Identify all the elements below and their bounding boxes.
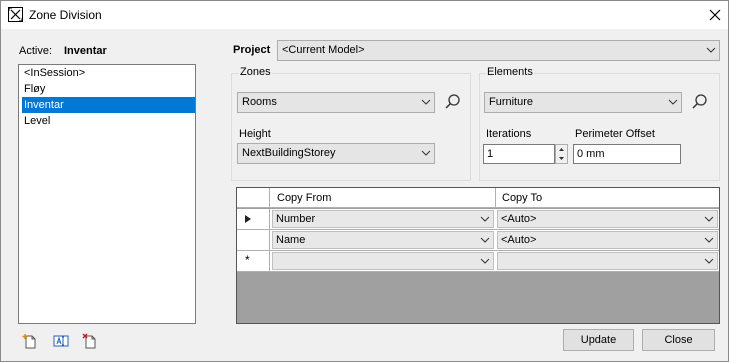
spin-down-icon[interactable] [556,154,567,163]
elements-group [479,73,720,181]
window-title: Zone Division [29,8,102,22]
chevron-down-icon [480,237,490,243]
iterations-label: Iterations [486,128,532,140]
chevron-down-icon [704,237,714,243]
iterations-spinner[interactable] [555,144,568,164]
copy-from-value: Number [276,213,316,225]
new-item-icon[interactable] [22,333,38,349]
zones-search-icon[interactable] [444,93,462,111]
project-label: Project [233,44,271,56]
close-icon[interactable] [706,6,724,24]
list-item[interactable]: Level [19,113,195,129]
project-dropdown[interactable]: <Current Model> [277,40,720,61]
copy-from-cell[interactable]: Name [272,231,494,249]
elements-dropdown[interactable]: Furniture [484,92,682,113]
copy-from-cell[interactable] [272,252,494,270]
chevron-down-icon [421,99,431,105]
active-value: Inventar [64,45,107,57]
copy-to-value: <Auto> [501,213,537,225]
title-bar: Zone Division [1,1,728,29]
elements-search-icon[interactable] [691,93,709,111]
chevron-down-icon [704,258,714,264]
row-marker[interactable] [237,209,270,229]
copy-to-cell[interactable] [497,252,718,270]
chevron-down-icon [668,99,678,105]
chevron-down-icon [480,216,490,222]
list-item-selected[interactable]: Inventar [22,97,195,113]
copy-from-value: Name [276,234,306,246]
project-value: <Current Model> [282,44,365,56]
iterations-input[interactable]: 1 [483,144,555,164]
spin-up-icon[interactable] [556,145,567,154]
chevron-down-icon [706,47,716,53]
row-marker[interactable]: * [237,251,270,271]
elements-value: Furniture [489,96,534,108]
perimeter-offset-label: Perimeter Offset [575,128,655,140]
table-row[interactable]: Name <Auto> [237,230,719,251]
current-row-arrow-icon [245,215,251,223]
column-header-copy-to[interactable]: Copy To [496,188,719,208]
zone-division-dialog: Zone Division Active: Inventar <InSessio… [0,0,729,362]
chevron-down-icon [421,150,431,156]
zones-dropdown[interactable]: Rooms [237,92,435,113]
zones-group [231,73,471,181]
list-item[interactable]: <InSession> [19,65,195,81]
copy-to-cell[interactable]: <Auto> [497,210,718,228]
height-dropdown[interactable]: NextBuildingStorey [237,143,435,164]
row-marker[interactable] [237,230,270,250]
zones-value: Rooms [242,96,277,108]
new-row-marker: * [245,253,250,267]
rename-icon[interactable] [53,333,69,349]
elements-group-label: Elements [486,66,534,78]
copy-to-value: <Auto> [501,234,537,246]
zone-list[interactable]: <InSession> Fløy Inventar Level [18,64,196,324]
chevron-down-icon [704,216,714,222]
chevron-down-icon [480,258,490,264]
grid-header: Copy From Copy To [237,188,719,208]
copy-mapping-grid[interactable]: Copy From Copy To Number <Auto> Name <Au… [236,187,720,324]
zone-division-app-icon [8,7,23,22]
table-row-new[interactable]: * [237,251,719,272]
height-label: Height [239,128,271,140]
list-item[interactable]: Fløy [19,81,195,97]
table-row[interactable]: Number <Auto> [237,209,719,230]
row-header-corner [237,188,270,207]
active-label: Active: [19,45,53,57]
delete-item-icon[interactable] [82,333,98,349]
close-button[interactable]: Close [642,329,715,351]
height-value: NextBuildingStorey [242,147,336,159]
copy-to-cell[interactable]: <Auto> [497,231,718,249]
update-button[interactable]: Update [563,329,634,351]
perimeter-offset-input[interactable]: 0 mm [573,144,681,164]
zones-group-label: Zones [239,66,272,78]
copy-from-cell[interactable]: Number [272,210,494,228]
column-header-copy-from[interactable]: Copy From [271,188,496,208]
